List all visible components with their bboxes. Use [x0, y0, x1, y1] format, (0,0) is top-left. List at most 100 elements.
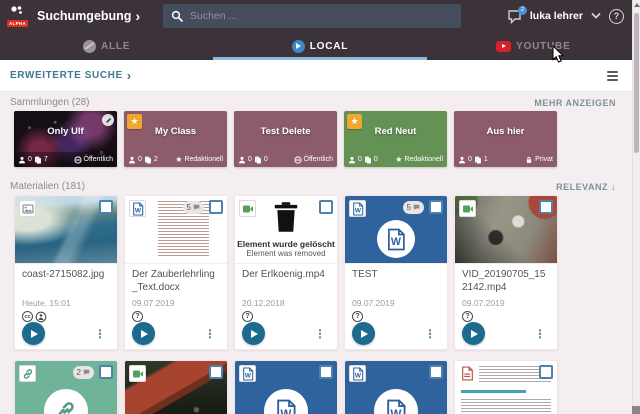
select-checkbox[interactable] — [319, 200, 333, 214]
select-checkbox[interactable] — [539, 200, 553, 214]
material-title: coast-2715082.jpg — [22, 269, 110, 295]
search-bar[interactable] — [163, 4, 461, 28]
select-checkbox[interactable] — [99, 365, 113, 379]
collection-title: Test Delete — [234, 126, 337, 137]
material-card[interactable] — [124, 360, 228, 414]
word-type-icon — [129, 200, 146, 217]
sort-relevance[interactable]: RELEVANZ ↓ — [556, 182, 616, 192]
play-button[interactable] — [132, 322, 155, 345]
items-icon — [34, 156, 42, 164]
collections-heading: Sammlungen (28) — [10, 97, 89, 108]
advanced-search-link[interactable]: ERWEITERTE SUCHE › — [10, 68, 132, 83]
kebab-menu-icon[interactable]: ⋮ — [420, 326, 440, 342]
tab-local[interactable]: LOCAL — [213, 32, 426, 60]
select-checkbox[interactable] — [209, 365, 223, 379]
comments-pill: 5 — [183, 201, 204, 214]
filter-bar: ERWEITERTE SUCHE › — [0, 60, 640, 92]
scrollbar-thumb[interactable] — [634, 13, 639, 153]
material-card[interactable]: VID_20190705_152142.mp4 09.07.2019 ? ⋮ — [454, 195, 558, 350]
edit-icon[interactable] — [102, 114, 114, 126]
play-button[interactable] — [242, 322, 265, 345]
collection-footer: 0 7 Öffentlich — [14, 152, 117, 167]
select-checkbox[interactable] — [429, 365, 443, 379]
play-button[interactable] — [352, 322, 375, 345]
material-date: 20.12.2018 — [242, 298, 330, 308]
material-thumbnail: 5 — [125, 196, 227, 264]
collection-footer: 0 1 Privat — [454, 152, 557, 167]
members-icon — [18, 156, 26, 164]
user-cluster: 2 luka lehrer ? — [507, 0, 624, 32]
tab-youtube[interactable]: YOUTUBE — [427, 32, 640, 60]
material-card[interactable]: coast-2715082.jpg Heute, 15:01 cc ⋮ — [14, 195, 118, 350]
collections-header: Sammlungen (28) MEHR ANZEIGEN — [10, 97, 616, 108]
material-thumbnail: Element wurde gelöscht Element was remov… — [235, 196, 337, 264]
kebab-menu-icon[interactable]: ⋮ — [90, 326, 110, 342]
material-card[interactable]: 2 — [14, 360, 118, 414]
material-thumbnail — [455, 361, 557, 414]
local-repo-icon — [292, 40, 305, 53]
materials-heading: Materialien (181) — [10, 181, 85, 192]
material-card[interactable] — [234, 360, 338, 414]
pdf-type-icon — [461, 366, 474, 386]
feedback-icon[interactable]: 2 — [507, 9, 523, 24]
material-card[interactable]: Element wurde gelöscht Element was remov… — [234, 195, 338, 350]
material-title: VID_20190705_152142.mp4 — [462, 269, 550, 295]
select-checkbox[interactable] — [429, 200, 443, 214]
license-icons: ? — [352, 311, 440, 322]
collection-card[interactable]: Only Ulf 0 7 Öffentlich — [14, 111, 117, 167]
material-date: 09.07.2019 — [352, 298, 440, 308]
visibility-label: Privat — [535, 156, 553, 163]
all-sources-icon — [83, 40, 96, 53]
search-input[interactable] — [190, 10, 453, 22]
material-card[interactable]: 5 Der Zauberlehrling_Text.docx 09.07.201… — [124, 195, 228, 350]
collection-card[interactable]: Aus hier 0 1 Privat — [454, 111, 557, 167]
select-checkbox[interactable] — [319, 365, 333, 379]
app-logo[interactable]: ALPHA — [7, 5, 31, 27]
scroll-up-icon[interactable] — [633, 0, 640, 10]
items-icon — [254, 156, 262, 164]
play-button[interactable] — [22, 322, 45, 345]
chevron-down-icon[interactable] — [590, 10, 602, 22]
collection-card[interactable]: ★ Red Neut 0 0 ★Redaktionell — [344, 111, 447, 167]
public-icon — [294, 156, 302, 164]
link-type-icon — [19, 365, 36, 382]
select-checkbox[interactable] — [539, 365, 553, 379]
material-thumbnail — [235, 361, 337, 414]
kebab-menu-icon[interactable]: ⋮ — [200, 326, 220, 342]
license-icons: ? — [462, 311, 550, 322]
material-title: TEST — [352, 269, 440, 295]
comment-icon — [193, 204, 200, 211]
unknown-license-icon: ? — [352, 311, 363, 322]
kebab-menu-icon[interactable]: ⋮ — [530, 326, 550, 342]
help-icon[interactable]: ? — [609, 9, 624, 24]
select-checkbox[interactable] — [209, 200, 223, 214]
material-card[interactable] — [344, 360, 448, 414]
visibility-label: Redaktionell — [404, 156, 443, 163]
items-icon — [474, 156, 482, 164]
tab-alle[interactable]: ALLE — [0, 32, 213, 60]
collection-card[interactable]: ★ My Class 0 2 ★Redaktionell — [124, 111, 227, 167]
page-scrollbar[interactable] — [632, 0, 640, 414]
list-view-toggle-icon[interactable] — [607, 71, 618, 81]
select-checkbox[interactable] — [99, 200, 113, 214]
items-icon — [364, 156, 372, 164]
material-date: 09.07.2019 — [462, 298, 550, 308]
play-button[interactable] — [462, 322, 485, 345]
members-icon — [348, 156, 356, 164]
material-card[interactable]: 5 TEST 09.07.2019 ? ⋮ — [344, 195, 448, 350]
show-more-link[interactable]: MEHR ANZEIGEN — [534, 98, 616, 108]
comments-pill: 2 — [73, 366, 94, 379]
materials-row: coast-2715082.jpg Heute, 15:01 cc ⋮ 5 — [14, 195, 558, 350]
editorial-star-icon: ★ — [395, 156, 402, 164]
cc-license-icon: cc — [22, 311, 33, 322]
material-card[interactable] — [454, 360, 558, 414]
image-type-icon — [19, 200, 36, 217]
kebab-menu-icon[interactable]: ⋮ — [310, 326, 330, 342]
chevron-right-icon: › — [127, 68, 132, 83]
user-name[interactable]: luka lehrer — [530, 10, 583, 22]
visibility-label: Öffentlich — [304, 156, 333, 163]
collection-card[interactable]: Test Delete 0 0 Öffentlich — [234, 111, 337, 167]
word-type-icon — [349, 200, 366, 217]
star-badge-icon: ★ — [347, 114, 362, 129]
page-title[interactable]: Suchumgebung › — [37, 9, 140, 23]
